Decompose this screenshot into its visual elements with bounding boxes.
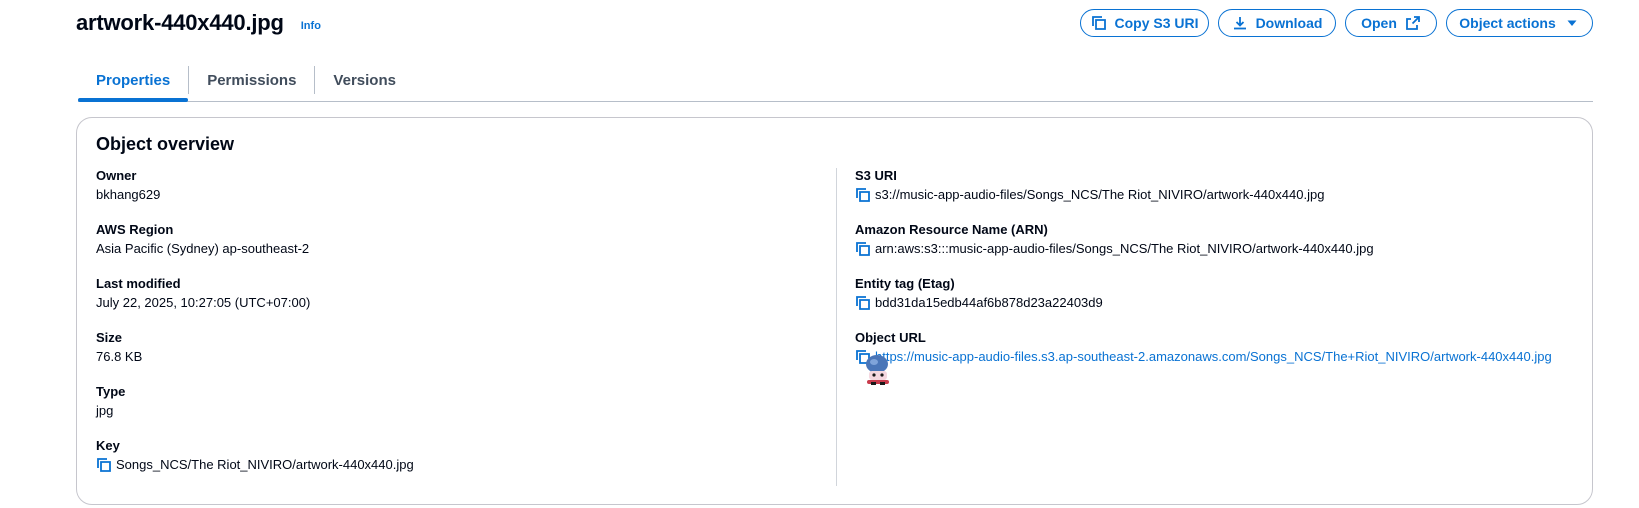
field-object-url: Object URL https://music-app-audio-files… [855,330,1565,385]
field-label: Key [96,438,120,453]
object-actions-label: Object actions [1459,15,1556,31]
page-title: artwork-440x440.jpg [76,10,284,35]
tab-versions[interactable]: Versions [315,60,414,100]
field-label: Type [96,384,126,399]
arn-value: arn:aws:s3:::music-app-audio-files/Songs… [875,241,1374,256]
field-value: Songs_NCS/The Riot_NIVIRO/artwork-440x44… [96,457,414,473]
object-detail-page: artwork-440x440.jpg Info Copy S3 URI Dow… [0,0,1639,508]
field-value: s3://music-app-audio-files/Songs_NCS/The… [855,187,1324,203]
tab-list: Properties Permissions Versions [78,60,1593,102]
field-arn: Amazon Resource Name (ARN) arn:aws:s3:::… [855,222,1374,257]
field-value: bkhang629 [96,187,161,202]
copy-icon[interactable] [855,187,871,203]
page-header: artwork-440x440.jpg Info Copy S3 URI Dow… [76,6,1593,40]
copy-icon[interactable] [96,457,112,473]
field-value: jpg [96,403,114,418]
field-size: Size 76.8 KB [96,330,142,365]
object-overview-panel: Object overview Owner bkhang629 AWS Regi… [76,117,1593,505]
field-value: 76.8 KB [96,349,143,364]
field-value: Asia Pacific (Sydney) ap-southeast-2 [96,241,310,256]
copy-icon [1091,15,1107,31]
external-link-icon [1405,15,1421,31]
open-label: Open [1361,15,1397,31]
field-label: AWS Region [96,222,174,237]
download-button[interactable]: Download [1218,9,1336,37]
download-label: Download [1255,15,1323,31]
tab-permissions[interactable]: Permissions [189,60,314,100]
key-value: Songs_NCS/The Riot_NIVIRO/artwork-440x44… [116,457,414,472]
copy-s3-uri-label: Copy S3 URI [1114,15,1199,31]
copy-icon[interactable] [855,295,871,311]
field-label: Amazon Resource Name (ARN) [855,222,1048,237]
caret-down-icon [1564,15,1580,31]
field-owner: Owner bkhang629 [96,168,160,203]
field-last-modified: Last modified July 22, 2025, 10:27:05 (U… [96,276,310,311]
field-type: Type jpg [96,384,125,419]
field-s3-uri: S3 URI s3://music-app-audio-files/Songs_… [855,168,1324,203]
tab-properties[interactable]: Properties [78,60,189,102]
field-label: Size [96,330,123,345]
field-label: Last modified [96,276,181,291]
field-label: Object URL [855,330,926,345]
field-label: S3 URI [855,168,897,183]
field-aws-region: AWS Region Asia Pacific (Sydney) ap-sout… [96,222,309,257]
s3-uri-value: s3://music-app-audio-files/Songs_NCS/The… [875,187,1325,202]
field-label: Entity tag (Etag) [855,276,955,291]
field-etag: Entity tag (Etag) bdd31da15edb44af6b878d… [855,276,1103,311]
open-button[interactable]: Open [1345,9,1437,37]
etag-value: bdd31da15edb44af6b878d23a22403d9 [875,295,1103,310]
field-value: arn:aws:s3:::music-app-audio-files/Songs… [855,241,1374,257]
download-icon [1232,15,1248,31]
column-divider [836,168,837,486]
section-title: Object overview [96,134,235,154]
title-wrap: artwork-440x440.jpg Info [76,10,321,36]
field-value: bdd31da15edb44af6b878d23a22403d9 [855,295,1103,311]
copy-s3-uri-button[interactable]: Copy S3 URI [1080,9,1209,37]
copy-icon[interactable] [855,241,871,257]
header-actions: Copy S3 URI Download Open Object actions [1080,9,1593,37]
field-value: https://music-app-audio-files.s3.ap-sout… [855,349,1565,366]
field-value: July 22, 2025, 10:27:05 (UTC+07:00) [96,295,311,310]
field-label: Owner [96,168,137,183]
object-url-link[interactable]: https://music-app-audio-files.s3.ap-sout… [875,347,1565,366]
object-actions-button[interactable]: Object actions [1446,9,1593,37]
field-key: Key Songs_NCS/The Riot_NIVIRO/artwork-44… [96,438,414,473]
cursor-mascot-icon [863,354,893,386]
info-link[interactable]: Info [301,20,321,32]
